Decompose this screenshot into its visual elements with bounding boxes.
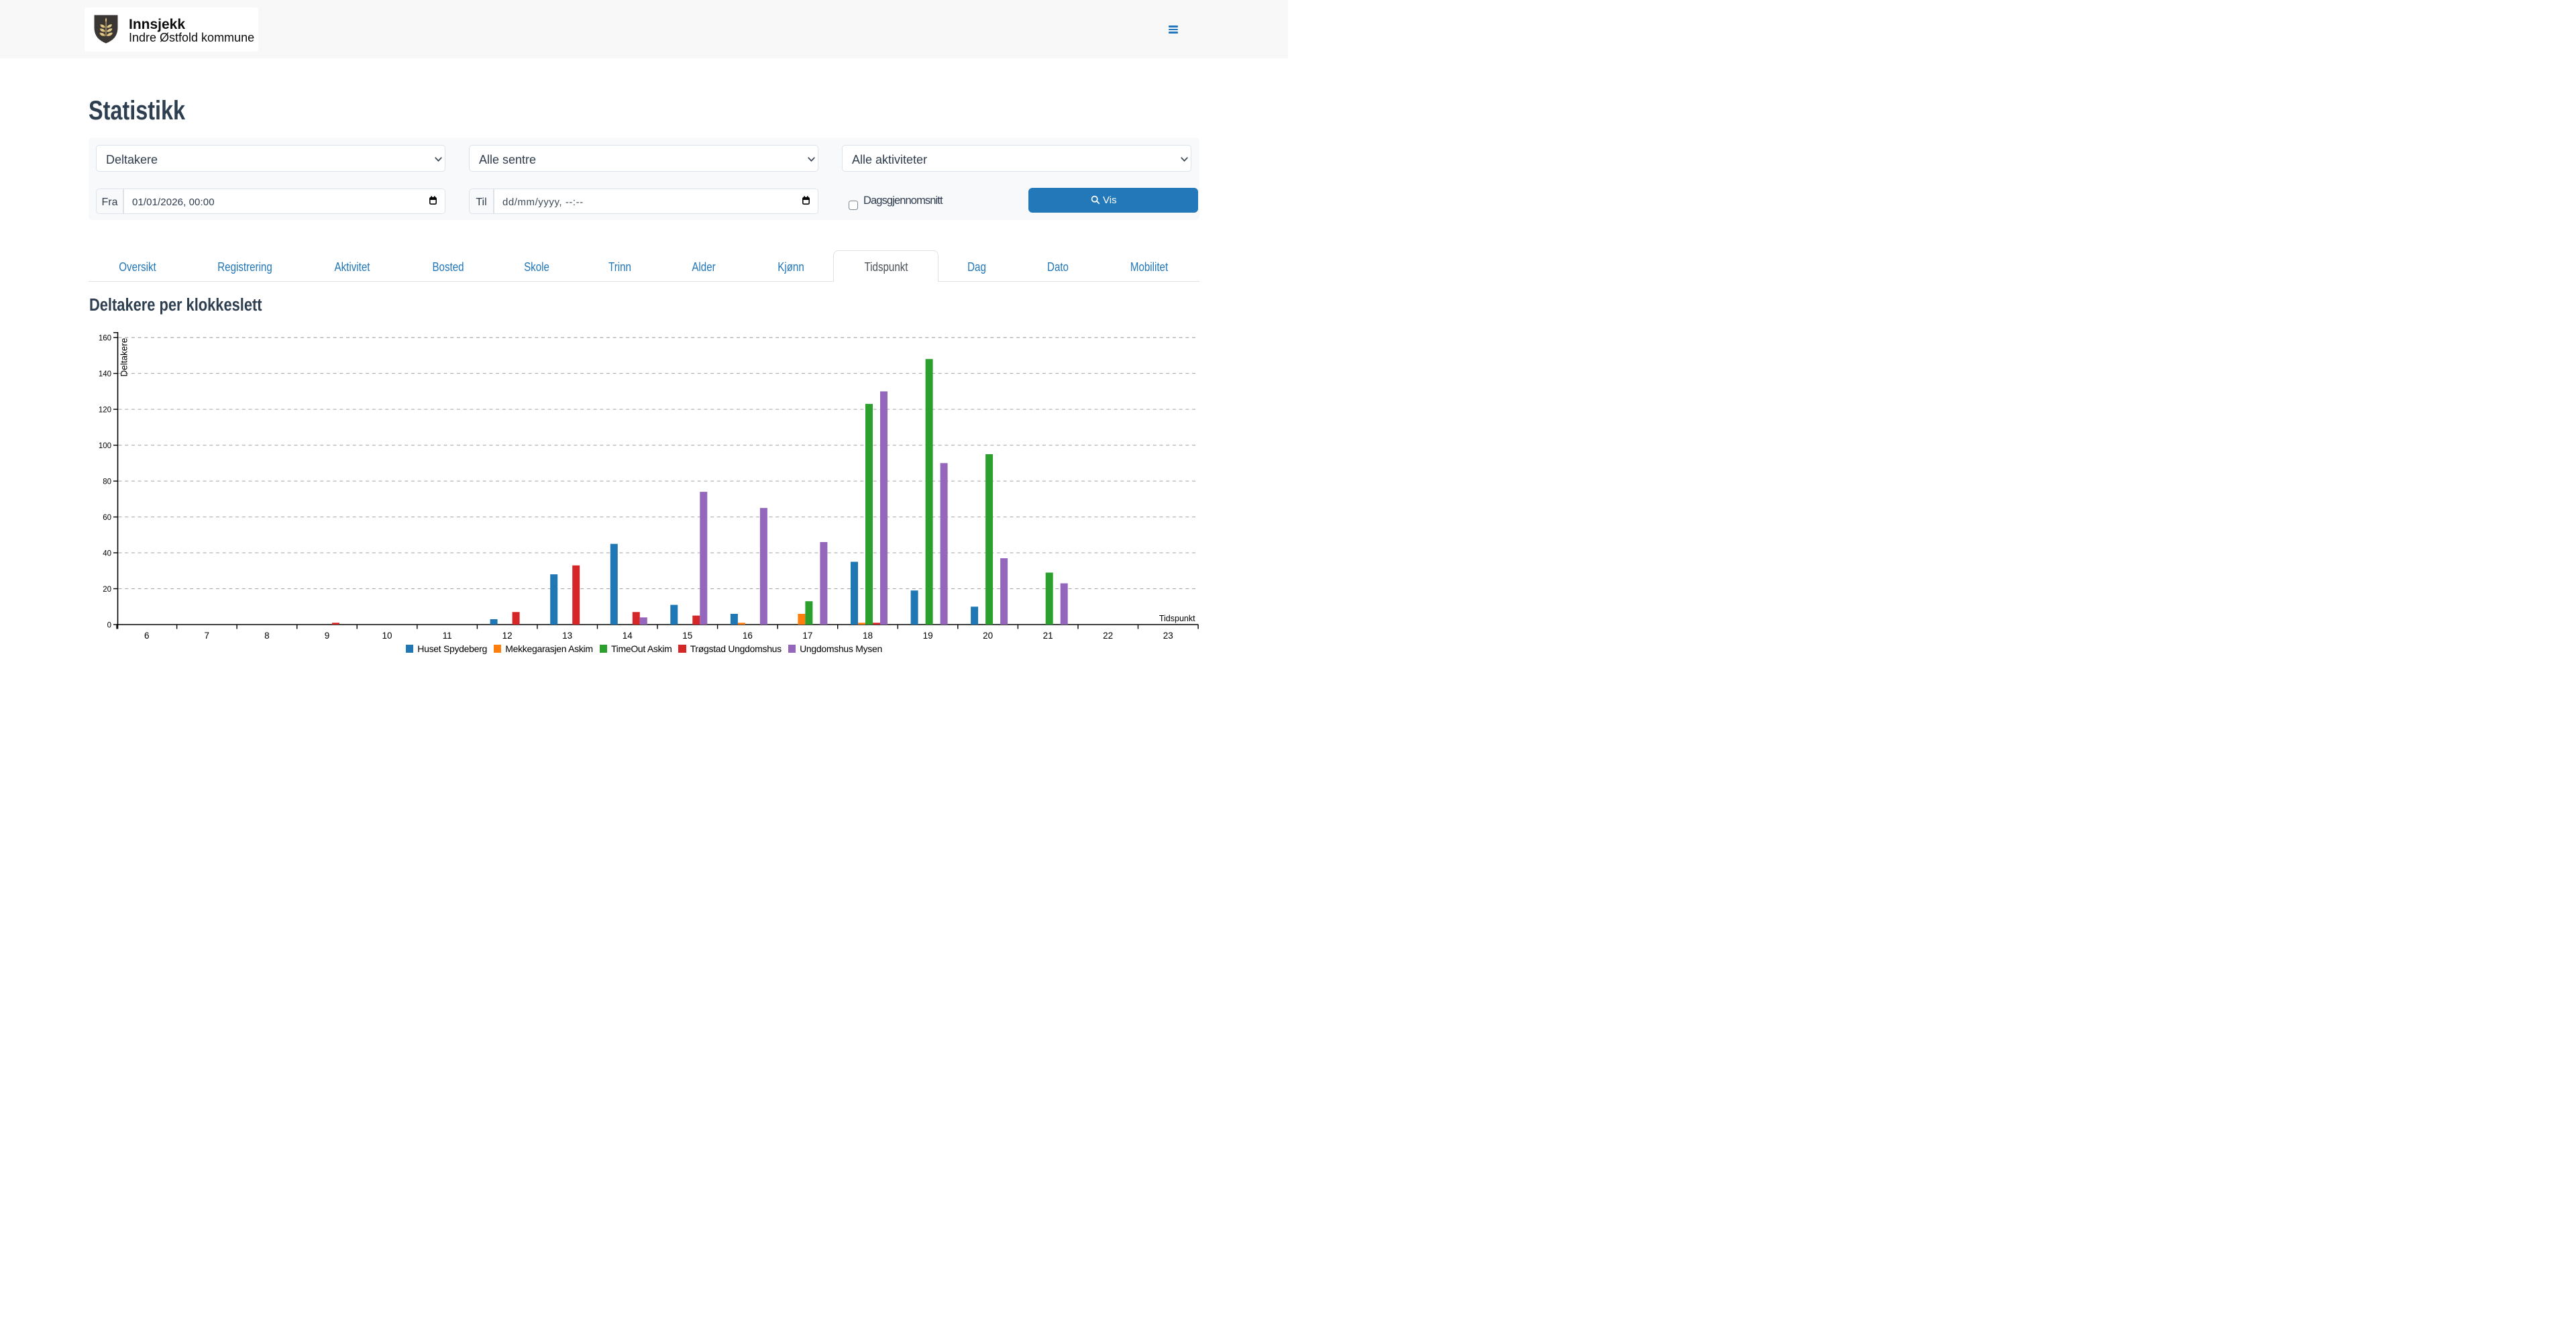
svg-text:10: 10	[382, 631, 392, 641]
svg-text:Deltakere: Deltakere	[119, 338, 129, 377]
svg-text:9: 9	[325, 631, 330, 641]
svg-text:160: 160	[99, 335, 111, 343]
svg-text:11: 11	[443, 631, 452, 641]
svg-text:100: 100	[99, 442, 111, 450]
svg-text:120: 120	[99, 406, 111, 414]
svg-text:80: 80	[103, 478, 111, 486]
svg-text:14: 14	[623, 631, 633, 641]
svg-text:20: 20	[983, 631, 993, 641]
svg-text:8: 8	[264, 631, 270, 641]
svg-text:19: 19	[923, 631, 933, 641]
svg-text:21: 21	[1043, 631, 1053, 641]
svg-text:7: 7	[205, 631, 210, 641]
svg-text:6: 6	[144, 631, 150, 641]
svg-text:18: 18	[863, 631, 873, 641]
svg-text:60: 60	[103, 514, 111, 522]
svg-text:13: 13	[562, 631, 572, 641]
svg-text:17: 17	[802, 631, 812, 641]
svg-text:0: 0	[107, 621, 111, 629]
svg-text:22: 22	[1103, 631, 1113, 641]
svg-text:Tidspunkt: Tidspunkt	[1159, 614, 1195, 623]
svg-text:20: 20	[103, 586, 111, 594]
svg-text:15: 15	[682, 631, 692, 641]
svg-text:12: 12	[502, 631, 513, 641]
svg-text:40: 40	[103, 549, 111, 557]
svg-text:140: 140	[99, 370, 111, 378]
svg-text:16: 16	[743, 631, 753, 641]
svg-text:23: 23	[1163, 631, 1173, 641]
